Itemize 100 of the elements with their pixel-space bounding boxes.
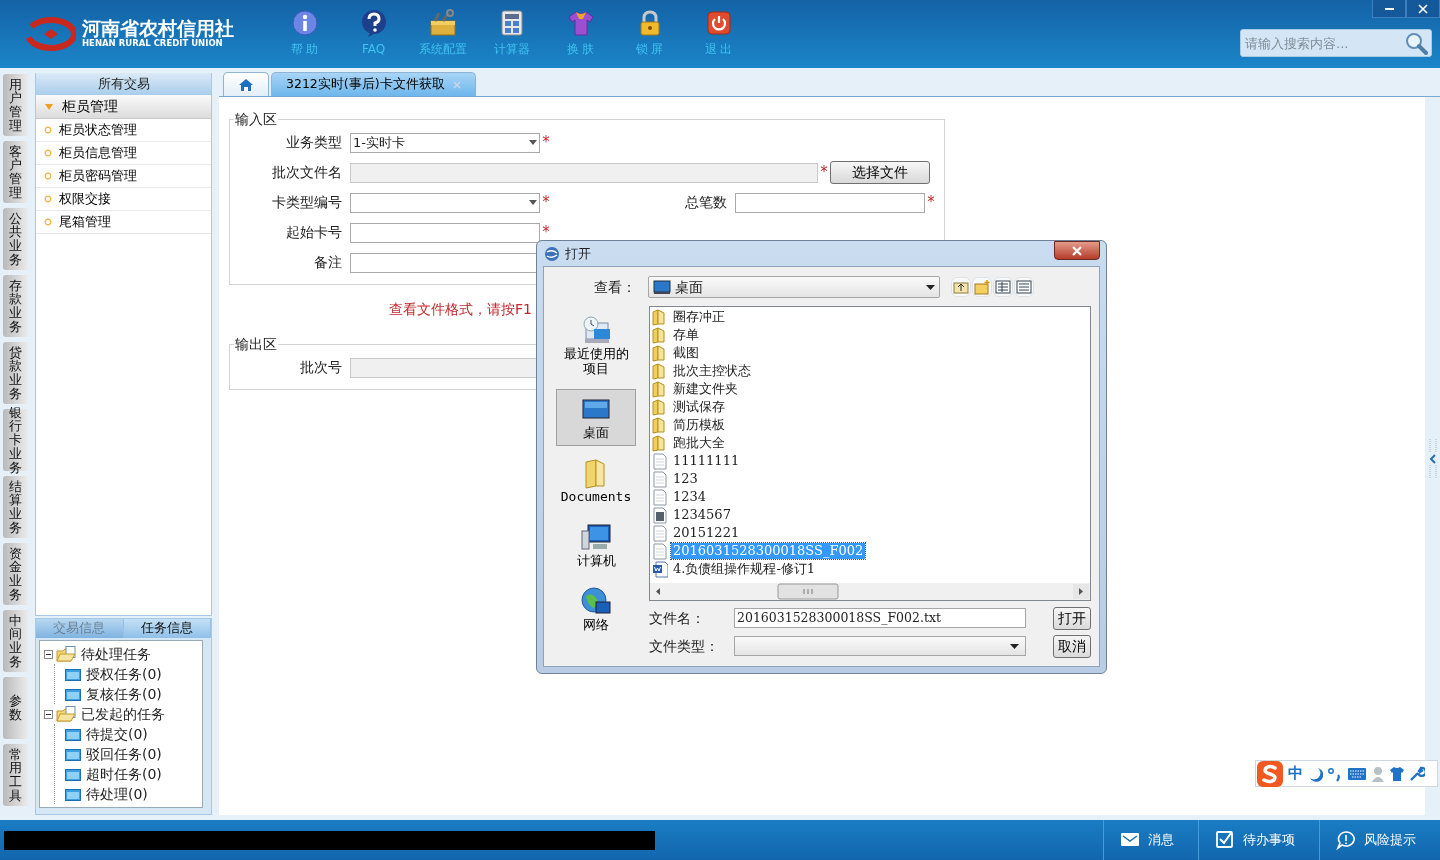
tree-item[interactable]: 复核任务(0) — [55, 684, 198, 704]
status-button[interactable]: 消息 — [1103, 820, 1198, 860]
required-mark: * — [541, 135, 551, 151]
file-item[interactable]: 新建文件夹 — [671, 381, 740, 397]
place-item[interactable]: 网络 — [556, 580, 636, 638]
details-view-button[interactable] — [1014, 277, 1034, 297]
field-label: 文件类型： — [649, 636, 720, 656]
required-mark: * — [541, 225, 551, 241]
logo-subtitle: HENAN RURAL CREDIT UNION — [82, 37, 223, 49]
document-icon — [652, 488, 668, 506]
globe-icon — [544, 245, 560, 262]
module-tab[interactable]: 中间业务 — [3, 610, 28, 672]
module-tab[interactable]: 常用工具 — [3, 744, 28, 806]
file-item[interactable]: 11111111 — [671, 453, 742, 469]
file-item[interactable]: 批次主控状态 — [671, 363, 753, 379]
file-item[interactable]: 存单 — [671, 327, 701, 343]
tree-item[interactable]: 授权任务(0) — [55, 664, 198, 684]
field-label: 总笔数 — [684, 193, 727, 213]
ring-icon — [44, 149, 52, 157]
select-field[interactable]: 1-实时卡 — [350, 132, 540, 153]
place-item[interactable]: 计算机 — [556, 516, 636, 574]
input-field[interactable] — [350, 222, 540, 243]
new-folder-icon — [973, 278, 991, 296]
select-field[interactable]: 桌面 — [648, 276, 940, 298]
section-title: 输出区 — [234, 335, 278, 353]
file-item[interactable]: 123 — [671, 471, 700, 487]
image-file-icon — [652, 506, 668, 524]
page-tab[interactable]: 3212实时(事后)卡文件获取 — [271, 72, 476, 96]
field-label: 起始卡号 — [285, 223, 342, 243]
file-item[interactable]: 测试保存 — [671, 399, 727, 415]
list-view-icon — [994, 278, 1012, 296]
hint-text: 查看文件格式，请按F1 — [389, 299, 532, 319]
place-item[interactable]: 桌面 — [556, 388, 636, 446]
document-icon — [652, 452, 668, 470]
input-field[interactable] — [735, 192, 925, 213]
file-item[interactable]: 简历模板 — [671, 417, 727, 433]
tree-item[interactable]: 待提交(0) — [55, 724, 198, 744]
minimize-button[interactable] — [1372, 0, 1406, 18]
file-item[interactable]: 4.负债组操作规程-修订1 — [671, 561, 818, 577]
caret-icon — [529, 140, 537, 146]
module-tab[interactable]: 资金业务 — [3, 543, 28, 605]
file-item[interactable]: 跑批大全 — [671, 435, 727, 451]
status-button[interactable]: 风险提示 — [1319, 820, 1440, 860]
file-item[interactable]: 截图 — [671, 345, 701, 361]
home-tab[interactable] — [223, 72, 269, 96]
file-item[interactable]: 1234 — [671, 489, 709, 505]
tree-item[interactable]: 待处理任务 — [44, 644, 198, 664]
status-button[interactable]: 待办事项 — [1198, 820, 1319, 860]
close-icon — [452, 80, 461, 89]
required-mark: * — [926, 195, 936, 211]
select-field[interactable] — [350, 192, 540, 213]
ring-icon — [44, 126, 52, 134]
required-mark: * — [819, 165, 829, 181]
field-label: 文件名： — [649, 608, 706, 628]
module-tab[interactable]: 公共业务 — [3, 208, 28, 270]
folder-icon — [65, 787, 81, 801]
up-folder-button[interactable] — [951, 277, 971, 297]
module-tab[interactable]: 客户管理 — [3, 141, 28, 203]
place-item[interactable]: 最近使用的项目 — [556, 310, 636, 382]
folder-icon — [65, 687, 81, 701]
power-icon — [704, 9, 733, 37]
folder-icon — [56, 646, 78, 662]
folder-icon — [652, 362, 668, 380]
collapse-handle-icon — [1428, 436, 1437, 481]
close-icon — [1418, 3, 1428, 14]
module-tab[interactable]: 结算业务 — [3, 476, 28, 538]
tree-item[interactable]: 驳回任务(0) — [55, 744, 198, 764]
module-tab[interactable]: 参数 — [3, 677, 28, 739]
folder-icon — [652, 434, 668, 452]
module-tab[interactable]: 存款业务 — [3, 275, 28, 337]
module-tab[interactable]: 贷款业务 — [3, 342, 28, 404]
file-item[interactable]: 圈存冲正 — [671, 309, 727, 325]
file-item[interactable]: 1234567 — [671, 507, 733, 523]
tree-item[interactable]: 超时任务(0) — [55, 764, 198, 784]
folder-icon — [652, 326, 668, 344]
home-icon — [238, 77, 254, 92]
file-item[interactable]: 20151221 — [671, 525, 742, 541]
cancel-button[interactable]: 取消 — [1053, 634, 1091, 658]
new-folder-button[interactable] — [972, 277, 992, 297]
close-button[interactable] — [1406, 0, 1440, 18]
menu-group[interactable]: 柜员管理 — [36, 95, 211, 119]
close-button[interactable] — [1054, 241, 1100, 260]
module-tab[interactable]: 用户管理 — [3, 74, 28, 136]
folder-icon — [652, 416, 668, 434]
input-field[interactable]: 2016031528300018SS_F002.txt — [734, 608, 1026, 628]
folder-icon — [65, 727, 81, 741]
list-view-button[interactable] — [993, 277, 1013, 297]
ring-icon — [44, 172, 52, 180]
logo-title: 河南省农村信用社 — [82, 18, 234, 38]
close-icon — [1071, 245, 1083, 256]
panel-tab[interactable]: 任务信息 — [123, 619, 211, 638]
caret-icon — [926, 284, 935, 290]
tree-item[interactable]: 已发起的任务 — [44, 704, 198, 724]
place-item[interactable]: Documents — [556, 452, 636, 510]
open-button[interactable]: 打开 — [1053, 606, 1091, 630]
required-mark: * — [541, 195, 551, 211]
search-field[interactable]: 请输入搜索内容... — [1240, 29, 1432, 57]
choose-file-button[interactable]: 选择文件 — [830, 161, 930, 185]
tree-item[interactable]: 待处理(0) — [55, 784, 198, 804]
select-field[interactable] — [734, 636, 1026, 656]
